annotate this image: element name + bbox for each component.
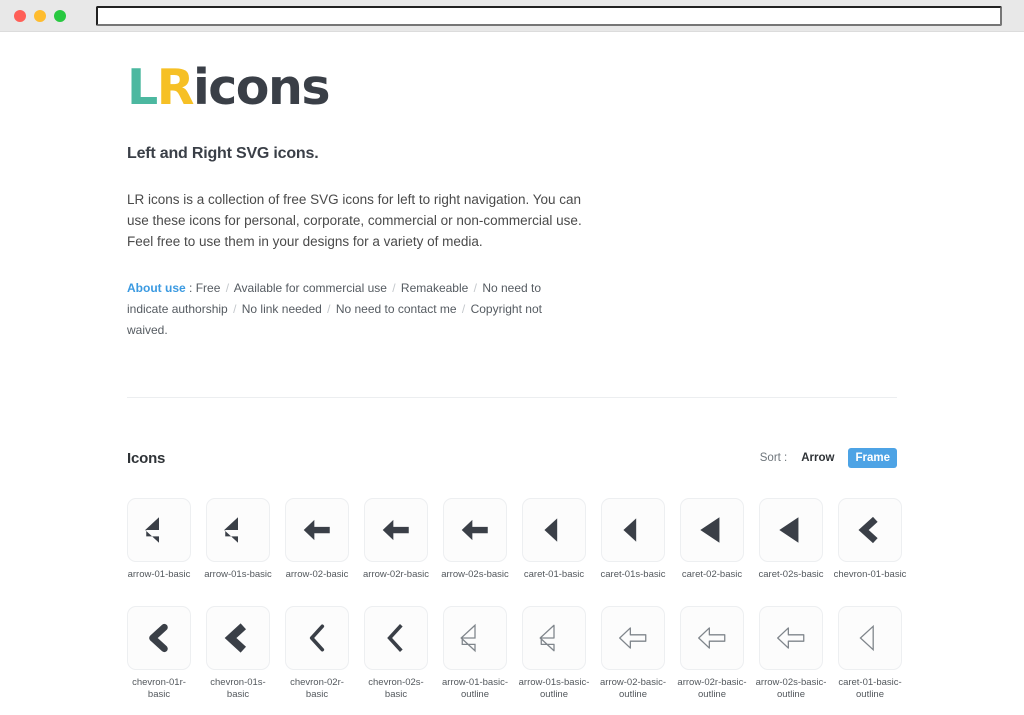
chevron-02r-basic-icon[interactable] (285, 606, 349, 671)
icon-cell: chevron-02r-basic (285, 606, 349, 701)
icon-label: arrow-01s-basic (204, 569, 272, 581)
caret-01-basic-outline-icon[interactable] (838, 606, 902, 671)
icon-cell: caret-01-basic-outline (838, 606, 902, 701)
caret-02s-basic-icon[interactable] (759, 498, 823, 563)
close-window-button[interactable] (14, 9, 26, 22)
icon-label: caret-02s-basic (758, 569, 824, 581)
icon-cell: chevron-01s-basic (206, 606, 270, 701)
icon-label: arrow-02-basic-outline (600, 677, 666, 701)
icon-label: chevron-01r-basic (132, 677, 186, 701)
about-use-item: Remakeable (397, 281, 472, 296)
about-use-item: Free (195, 281, 224, 296)
page-description: LR icons is a collection of free SVG ico… (127, 192, 582, 250)
icon-cell: arrow-02s-basic-outline (756, 606, 826, 701)
icon-cell: chevron-02s-basic (364, 606, 428, 701)
icon-cell: chevron-01-basic (834, 498, 906, 581)
icon-label: caret-02-basic (681, 569, 743, 581)
maximize-window-button[interactable] (54, 9, 66, 22)
icon-cell: arrow-01s-basic-outline (519, 606, 589, 701)
about-use-item: No link needed (238, 302, 326, 317)
logo-text-rest: icons (192, 59, 331, 116)
about-use-separator: / (327, 302, 331, 317)
about-use-separator: / (392, 281, 396, 296)
icon-label: arrow-02-basic (285, 569, 349, 581)
arrow-02-basic-outline-icon[interactable] (601, 606, 665, 671)
chevron-02s-basic-icon[interactable] (364, 606, 428, 671)
page-body: LRicons Left and Right SVG icons. LR ico… (0, 32, 1024, 715)
caret-01-basic-icon[interactable] (522, 498, 586, 563)
icon-grid: arrow-01-basic arrow-01s-basic arrow-02-ba… (127, 498, 906, 715)
icon-cell: caret-02-basic (680, 498, 744, 581)
about-use-item: Available for commercial use (231, 281, 391, 296)
about-use-label: About use (127, 281, 186, 296)
minimize-window-button[interactable] (34, 9, 46, 22)
about-use-item: No need to contact me (332, 302, 460, 317)
window-traffic-lights (14, 9, 66, 22)
arrow-02s-basic-outline-icon[interactable] (759, 606, 823, 671)
icon-label: arrow-02s-basic (441, 569, 509, 581)
icon-label: arrow-02r-basic-outline (677, 677, 747, 701)
arrow-01s-basic-icon[interactable] (206, 498, 270, 563)
arrow-02-basic-icon[interactable] (285, 498, 349, 563)
arrow-01-basic-icon[interactable] (127, 498, 191, 563)
icon-cell: arrow-01-basic (127, 498, 191, 581)
caret-01s-basic-icon[interactable] (601, 498, 665, 563)
icon-label: caret-01-basic-outline (838, 677, 902, 701)
icon-label: caret-01s-basic (600, 569, 666, 581)
chevron-01r-basic-icon[interactable] (127, 606, 191, 671)
icon-label: arrow-01s-basic-outline (518, 677, 590, 701)
arrow-02s-basic-icon[interactable] (443, 498, 507, 563)
caret-02-basic-icon[interactable] (680, 498, 744, 563)
icons-section-title: Icons (127, 449, 166, 467)
arrow-01s-basic-outline-icon[interactable] (522, 606, 586, 671)
browser-chrome (0, 0, 1024, 32)
icon-label: caret-01-basic (523, 569, 585, 581)
icon-cell: arrow-02-basic (285, 498, 349, 581)
icons-section-header: Icons Sort : Arrow Frame (127, 448, 897, 469)
sort-option-arrow[interactable]: Arrow (794, 448, 841, 468)
arrow-02r-basic-outline-icon[interactable] (680, 606, 744, 671)
icon-label: arrow-01-basic-outline (442, 677, 508, 701)
about-use-separator: / (473, 281, 477, 296)
icon-cell: chevron-01r-basic (127, 606, 191, 701)
about-use-colon: : (189, 281, 193, 296)
logo-letter-r: R (156, 59, 195, 116)
icon-label: arrow-01-basic (127, 569, 191, 581)
icon-cell: arrow-02-basic-outline (600, 606, 666, 701)
icon-cell: arrow-02s-basic (441, 498, 509, 581)
about-use-line: About use : Free / Available for commerc… (127, 278, 577, 341)
logo-letter-l: L (127, 59, 158, 116)
sort-label: Sort : (759, 452, 788, 465)
chevron-01s-basic-icon[interactable] (206, 606, 270, 671)
arrow-01-basic-outline-icon[interactable] (443, 606, 507, 671)
icon-cell: arrow-02r-basic (363, 498, 429, 581)
icon-cell: arrow-02r-basic-outline (677, 606, 747, 701)
icon-label: arrow-02r-basic (363, 569, 429, 581)
site-logo: LRicons (127, 62, 897, 113)
icon-cell: arrow-01-basic-outline (442, 606, 508, 701)
arrow-02r-basic-icon[interactable] (364, 498, 428, 563)
icon-cell: caret-02s-basic (759, 498, 823, 581)
page-tagline: Left and Right SVG icons. (127, 145, 319, 163)
icon-label: chevron-02s-basic (368, 677, 424, 701)
icon-label: chevron-01s-basic (210, 677, 266, 701)
sort-controls: Sort : Arrow Frame (759, 448, 897, 469)
icon-cell: caret-01s-basic (601, 498, 665, 581)
sort-option-frame[interactable]: Frame (848, 448, 897, 469)
section-divider (127, 397, 897, 399)
icon-label: chevron-01-basic (833, 569, 907, 581)
url-input[interactable] (96, 5, 1002, 26)
icon-cell: caret-01-basic (522, 498, 586, 581)
icon-label: arrow-02s-basic-outline (755, 677, 827, 701)
icon-cell: arrow-01s-basic (204, 498, 272, 581)
icon-label: chevron-02r-basic (290, 677, 344, 701)
about-use-separator: / (225, 281, 230, 296)
chevron-01-basic-icon[interactable] (838, 498, 902, 563)
